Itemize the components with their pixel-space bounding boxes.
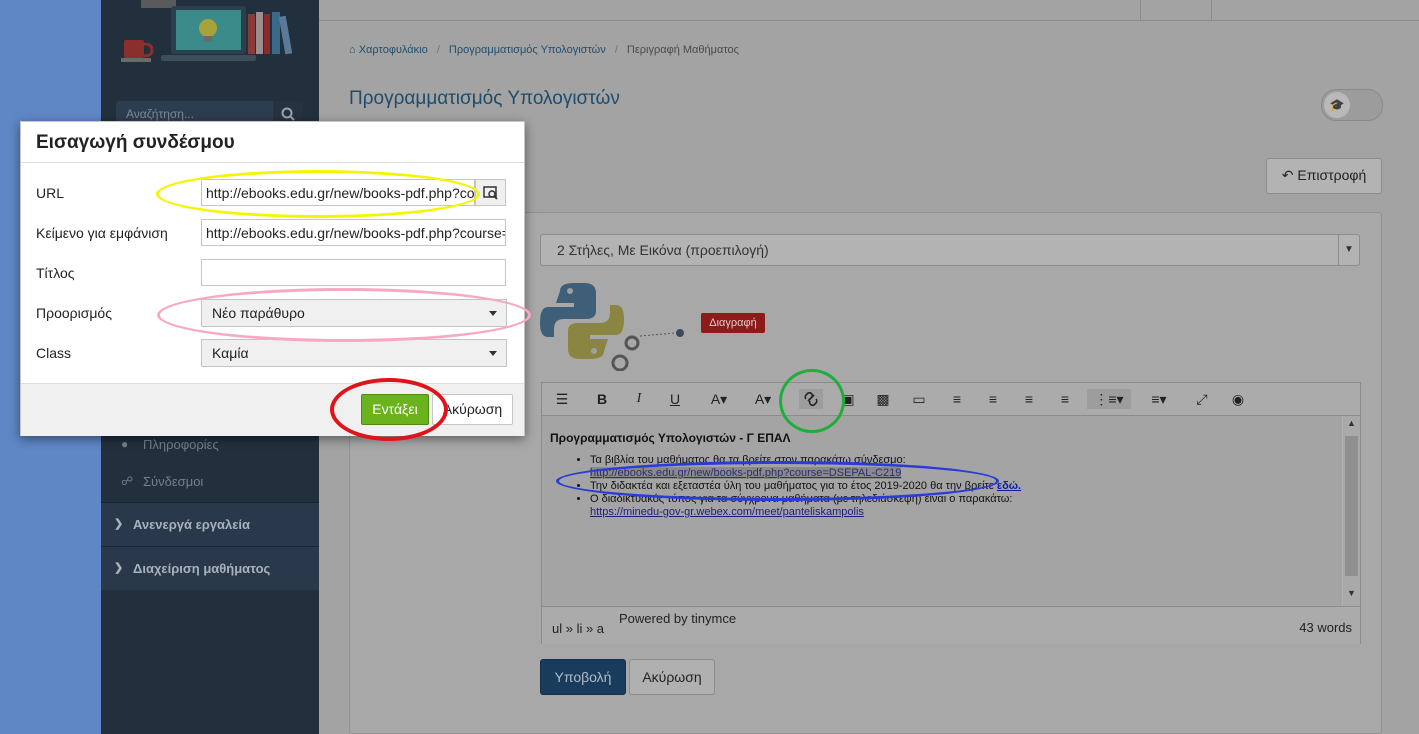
browse-button[interactable] — [475, 179, 506, 206]
target-select-value: Νέο παράθυρο — [212, 305, 305, 321]
breadcrumb-current: Περιγραφή Μαθήματος — [626, 44, 739, 56]
insert-media-icon[interactable]: ▩ — [871, 389, 895, 409]
chevron-right-icon: ❯ — [114, 562, 124, 574]
scroll-down-icon[interactable]: ▼ — [1343, 588, 1360, 604]
course-logo — [121, 0, 293, 62]
chevron-down-icon: ▼ — [1338, 235, 1359, 265]
breadcrumb: ⌂ Χαρτοφυλάκιο / Προγραμματισμός Υπολογι… — [349, 44, 739, 56]
align-justify-icon[interactable]: ≡ — [1053, 389, 1077, 409]
student-view-toggle[interactable]: 🎓 — [1321, 89, 1383, 121]
browse-folder-icon — [483, 186, 498, 200]
fullscreen-icon[interactable]: ⤢ — [1190, 389, 1214, 409]
chevron-right-icon: ❯ — [114, 518, 124, 530]
display-text-label: Κείμενο για εμφάνιση — [36, 225, 168, 241]
dialog-title: Εισαγωγή συνδέσμου — [36, 132, 235, 153]
webex-link[interactable]: https://minedu-gov-gr.webex.com/meet/pan… — [590, 506, 864, 518]
underline-icon[interactable]: U — [663, 389, 687, 409]
text-color-icon[interactable]: A▾ — [699, 389, 739, 409]
layout-select-value: 2 Στήλες, Με Εικόνα (προεπιλογή) — [557, 242, 769, 258]
title-input[interactable] — [201, 259, 506, 286]
home-icon: ⌂ — [349, 44, 356, 56]
list-item-text: Ο διαδικτυακός τόπος για τα σύγχρονα μαθ… — [590, 493, 1013, 505]
url-label: URL — [36, 185, 65, 201]
class-select[interactable]: Καμία — [201, 339, 507, 367]
italic-icon[interactable]: I — [627, 389, 651, 409]
list-item-text: Τα βιβλία του μαθήματος θα τα βρείτε στο… — [590, 454, 906, 466]
align-left-icon[interactable]: ≡ — [945, 389, 969, 409]
rich-text-editor: ☰ B I U A▾ A▾ ▣ ▩ ▭ ≡ ≡ ≡ ≡ ⋮≡▾ ≡▾ ⤢ ◉ Π… — [541, 382, 1361, 644]
scroll-up-icon[interactable]: ▲ — [1343, 418, 1360, 434]
dialog-divider — [21, 162, 524, 163]
word-count: 43 words — [1299, 620, 1352, 635]
python-logo-image — [540, 283, 684, 371]
element-path: ul » li » a — [552, 621, 605, 636]
editor-statusbar: ul » li » a Powered by tinymce 43 words — [542, 606, 1360, 644]
bullet-list-icon[interactable]: ⋮≡▾ — [1087, 389, 1131, 409]
caret-down-icon — [489, 351, 497, 356]
ebooks-link[interactable]: http://ebooks.edu.gr/new/books-pdf.php?c… — [590, 467, 902, 479]
navbar-divider — [1211, 0, 1212, 20]
target-select[interactable]: Νέο παράθυρο — [201, 299, 507, 327]
sidebar-item-info[interactable]: ● Πληροφορίες — [101, 437, 319, 455]
delete-image-button[interactable]: Διαγραφή — [701, 313, 765, 333]
insert-image-icon[interactable]: ▣ — [836, 389, 860, 409]
sidebar-item-label: Σύνδεσμοι — [143, 474, 204, 489]
caret-down-icon — [489, 311, 497, 316]
insert-link-icon[interactable] — [799, 389, 823, 409]
list-item: Τα βιβλία του μαθήματος θα τα βρείτε στο… — [590, 454, 1350, 480]
back-arrow-icon: ↶ — [1281, 167, 1294, 183]
url-input[interactable]: http://ebooks.edu.gr/new/books-pdf.php?c… — [201, 179, 475, 206]
editor-content[interactable]: Προγραμματισμός Υπολογιστών - Γ ΕΠΑΛ Τα … — [542, 416, 1342, 606]
sidebar-group-label: Διαχείριση μαθήματος — [133, 561, 271, 576]
back-button-label: Επιστροφή — [1297, 167, 1367, 183]
insert-link-dialog: Εισαγωγή συνδέσμου URL http://ebooks.edu… — [20, 121, 525, 436]
powered-by-label[interactable]: Powered by tinymce — [619, 611, 736, 626]
dialog-cancel-button[interactable]: Ακύρωση — [432, 394, 513, 425]
back-button[interactable]: ↶ Επιστροφή — [1266, 158, 1382, 194]
insert-ok-button[interactable]: Εντάξει — [361, 394, 429, 425]
top-navbar — [319, 0, 1419, 21]
content-list: Τα βιβλία του μαθήματος θα τα βρείτε στο… — [550, 454, 1350, 519]
title-label: Τίτλος — [36, 265, 75, 281]
cancel-button[interactable]: Ακύρωση — [629, 659, 715, 695]
breadcrumb-course[interactable]: Προγραμματισμός Υπολογιστών — [449, 44, 606, 56]
display-text-input[interactable]: http://ebooks.edu.gr/new/books-pdf.php?c… — [201, 219, 506, 246]
list-item-text: Την διδακτέα και εξεταστέα ύλη του μαθήμ… — [590, 480, 994, 492]
class-label: Class — [36, 345, 72, 361]
page-title: Προγραμματισμός Υπολογιστών — [349, 88, 620, 109]
bold-icon[interactable]: B — [590, 389, 614, 409]
submit-button[interactable]: Υποβολή — [540, 659, 626, 695]
target-label: Προορισμός — [36, 305, 112, 321]
align-center-icon[interactable]: ≡ — [981, 389, 1005, 409]
info-icon: ● — [121, 437, 129, 451]
graduation-cap-icon: 🎓 — [1324, 92, 1350, 118]
align-right-icon[interactable]: ≡ — [1017, 389, 1041, 409]
background-color-icon[interactable]: A▾ — [748, 389, 778, 409]
sidebar-group-inactive-tools[interactable]: ❯ Ανενεργά εργαλεία — [101, 502, 319, 546]
link-icon: ☍ — [121, 474, 134, 488]
search-placeholder: Αναζήτηση... — [126, 107, 194, 121]
list-item: Την διδακτέα και εξεταστέα ύλη του μαθήμ… — [590, 480, 1350, 493]
scrollbar-thumb[interactable] — [1345, 436, 1358, 576]
class-select-value: Καμία — [212, 345, 249, 361]
format-menu-icon[interactable]: ☰ — [550, 389, 574, 409]
sidebar-item-links[interactable]: ☍ Σύνδεσμοι — [101, 474, 319, 492]
sidebar-item-label: Πληροφορίες — [143, 437, 219, 452]
insert-video-icon[interactable]: ▭ — [907, 389, 931, 409]
preview-eye-icon[interactable]: ◉ — [1226, 389, 1250, 409]
navbar-divider — [1140, 0, 1141, 20]
breadcrumb-home[interactable]: Χαρτοφυλάκιο — [359, 44, 428, 56]
syllabus-link[interactable]: εδώ. — [997, 480, 1021, 492]
sidebar-group-course-admin[interactable]: ❯ Διαχείριση μαθήματος — [101, 546, 319, 590]
list-item: Ο διαδικτυακός τόπος για τα σύγχρονα μαθ… — [590, 493, 1350, 519]
sidebar-group-label: Ανενεργά εργαλεία — [133, 517, 251, 532]
layout-select[interactable]: 2 Στήλες, Με Εικόνα (προεπιλογή) ▼ — [540, 234, 1360, 266]
numbered-list-icon[interactable]: ≡▾ — [1139, 389, 1179, 409]
content-heading: Προγραμματισμός Υπολογιστών - Γ ΕΠΑΛ — [550, 431, 791, 445]
editor-scrollbar[interactable]: ▲ ▼ — [1343, 416, 1360, 606]
editor-toolbar: ☰ B I U A▾ A▾ ▣ ▩ ▭ ≡ ≡ ≡ ≡ ⋮≡▾ ≡▾ ⤢ ◉ — [542, 383, 1360, 416]
